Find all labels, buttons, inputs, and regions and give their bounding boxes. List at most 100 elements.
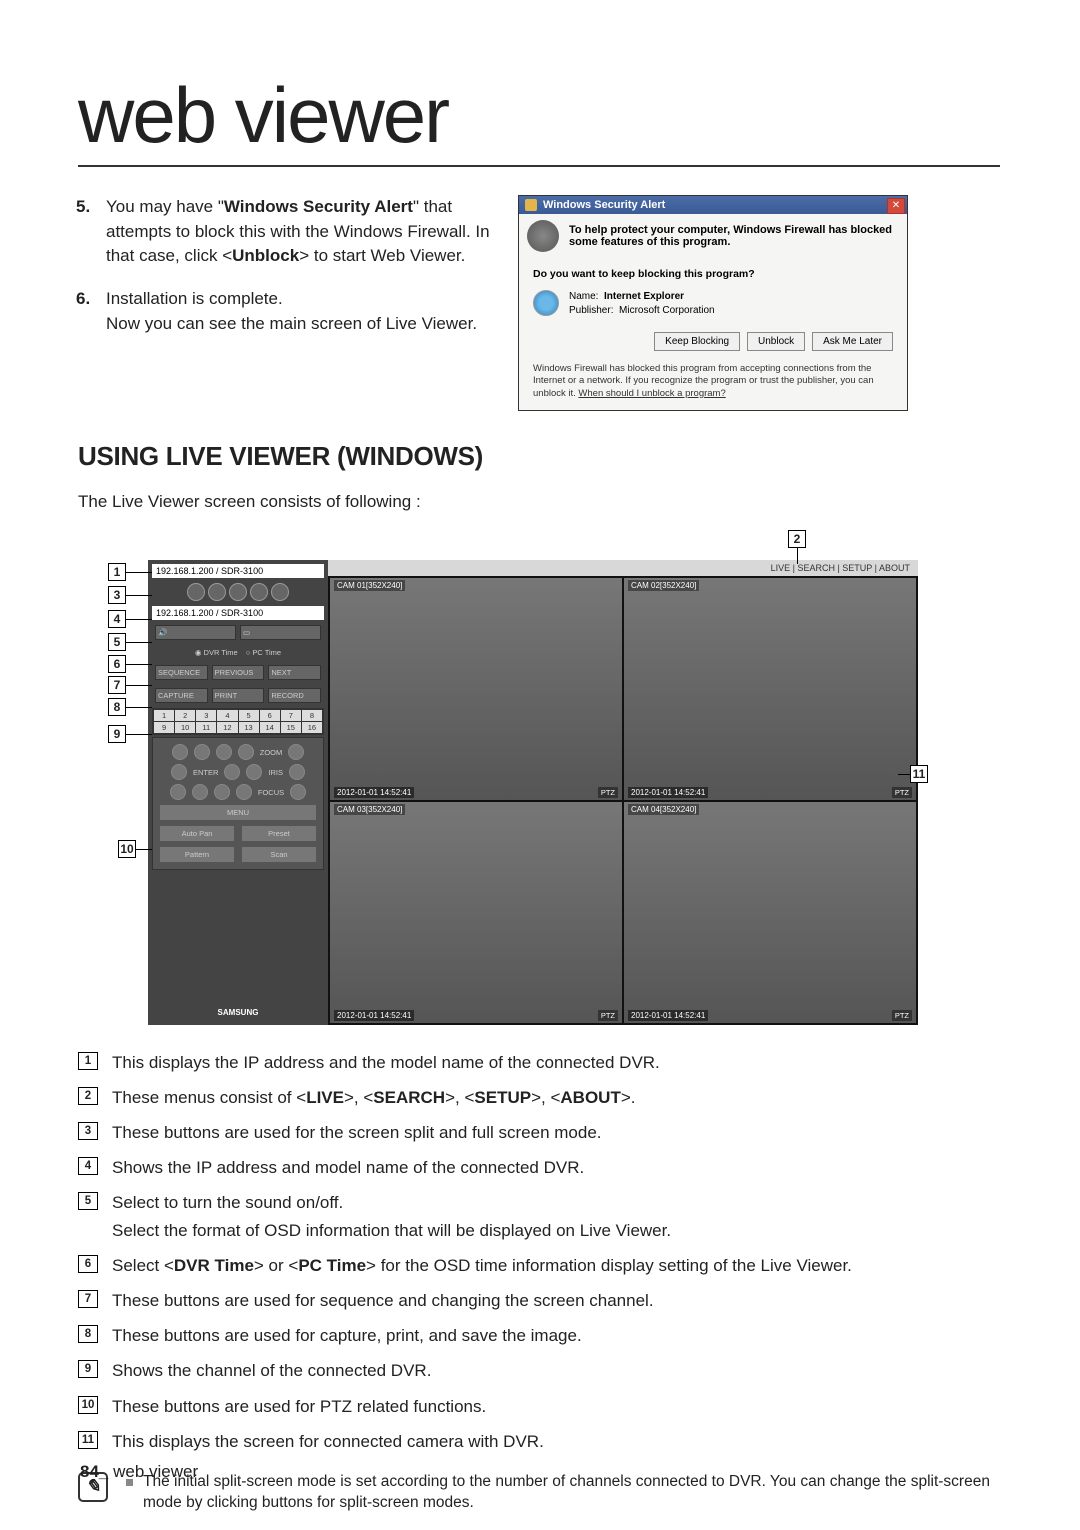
- ptz-left[interactable]: [171, 764, 187, 780]
- full-screen-button[interactable]: [271, 583, 289, 601]
- callout-5: 5: [108, 633, 126, 651]
- ptz-up[interactable]: [194, 744, 210, 760]
- desc-3: 3These buttons are used for the screen s…: [112, 1119, 1000, 1147]
- ptz-up-left[interactable]: [172, 744, 188, 760]
- zoom-out[interactable]: [288, 744, 304, 760]
- scan-button[interactable]: Scan: [241, 846, 317, 863]
- sound-osd-row: 🔊 ▭: [152, 622, 324, 643]
- ch-12[interactable]: 12: [217, 722, 237, 733]
- dialog-footer: Windows Firewall has blocked this progra…: [533, 363, 893, 400]
- shield-icon: [525, 199, 537, 211]
- zoom-in[interactable]: [238, 744, 254, 760]
- desc-2: 2 These menus consist of <LIVE>, <SEARCH…: [112, 1084, 1000, 1112]
- sound-toggle[interactable]: 🔊: [155, 625, 236, 640]
- live-viewer-diagram: 192.168.1.200 / SDR-3100 192.168.1.200 /…: [108, 530, 928, 1025]
- when-unblock-link[interactable]: When should I unblock a program?: [578, 388, 725, 399]
- time-radio-row: ◉ DVR Time ○ PC Time: [152, 645, 324, 660]
- ch-5[interactable]: 5: [239, 710, 259, 721]
- keep-blocking-button[interactable]: Keep Blocking: [654, 332, 740, 351]
- live-viewer-window: 192.168.1.200 / SDR-3100 192.168.1.200 /…: [148, 560, 918, 1025]
- note-text: The initial split-screen mode is set acc…: [143, 1472, 1000, 1514]
- intro-text: The Live Viewer screen consists of follo…: [78, 492, 1000, 512]
- ptz-down-left[interactable]: [170, 784, 186, 800]
- ptz-up-right[interactable]: [216, 744, 232, 760]
- ptz-right[interactable]: [224, 764, 240, 780]
- focus-far[interactable]: [290, 784, 306, 800]
- ptz-panel: ZOOM ENTER IRIS: [152, 737, 324, 870]
- dialog-titlebar: Windows Security Alert: [519, 196, 907, 214]
- osd-toggle[interactable]: ▭: [240, 625, 321, 640]
- step-5-num: 5.: [76, 195, 90, 220]
- ch-4[interactable]: 4: [217, 710, 237, 721]
- split-1-button[interactable]: [187, 583, 205, 601]
- ch-6[interactable]: 6: [260, 710, 280, 721]
- steps-column: 5. You may have "Windows Security Alert"…: [78, 195, 498, 411]
- split-9-button[interactable]: [229, 583, 247, 601]
- print-button[interactable]: PRINT: [212, 688, 265, 703]
- ch-15[interactable]: 15: [281, 722, 301, 733]
- ch-10[interactable]: 10: [175, 722, 195, 733]
- ch-9[interactable]: 9: [154, 722, 174, 733]
- desc-1: 1This displays the IP address and the mo…: [112, 1049, 1000, 1077]
- ch-3[interactable]: 3: [196, 710, 216, 721]
- ch-13[interactable]: 13: [239, 722, 259, 733]
- auto-pan-button[interactable]: Auto Pan: [159, 825, 235, 842]
- callout-8: 8: [108, 698, 126, 716]
- step-5: 5. You may have "Windows Security Alert"…: [106, 195, 498, 269]
- split-4-button[interactable]: [208, 583, 226, 601]
- capture-button[interactable]: CAPTURE: [155, 688, 208, 703]
- shield-large-icon: [527, 220, 559, 252]
- cam-1[interactable]: CAM 01[352X240] 2012-01-01 14:52:41 PTZ: [330, 578, 622, 800]
- cam-2[interactable]: CAM 02[352X240] 2012-01-01 14:52:41 PTZ: [624, 578, 916, 800]
- ptz-menu-button[interactable]: MENU: [159, 804, 317, 821]
- channel-grid: 1 2 3 4 5 6 7 8 9 10 11 12 13 14: [152, 708, 324, 735]
- ch-2[interactable]: 2: [175, 710, 195, 721]
- desc-8: 8These buttons are used for capture, pri…: [112, 1322, 1000, 1350]
- windows-security-alert-dialog: Windows Security Alert ✕ To help protect…: [518, 195, 908, 411]
- desc-10: 10These buttons are used for PTZ related…: [112, 1393, 1000, 1421]
- main-menu-bar[interactable]: LIVE | SEARCH | SETUP | ABOUT: [328, 560, 918, 576]
- desc-4: 4Shows the IP address and model name of …: [112, 1154, 1000, 1182]
- ip-bar-2: 192.168.1.200 / SDR-3100: [152, 606, 324, 620]
- cam-3[interactable]: CAM 03[352X240] 2012-01-01 14:52:41 PTZ: [330, 802, 622, 1024]
- preset-button[interactable]: Preset: [241, 825, 317, 842]
- close-icon[interactable]: ✕: [887, 198, 905, 214]
- callout-10: 10: [118, 840, 136, 858]
- ask-me-later-button[interactable]: Ask Me Later: [812, 332, 893, 351]
- ch-11[interactable]: 11: [196, 722, 216, 733]
- ch-14[interactable]: 14: [260, 722, 280, 733]
- page-footer: 84_ web viewer: [80, 1462, 198, 1482]
- cam-4[interactable]: CAM 04[352X240] 2012-01-01 14:52:41 PTZ: [624, 802, 916, 1024]
- description-list: 1This displays the IP address and the mo…: [84, 1049, 1000, 1456]
- dvr-time-radio[interactable]: ◉ DVR Time: [195, 648, 238, 657]
- ptz-down[interactable]: [192, 784, 208, 800]
- split-buttons: [152, 580, 324, 604]
- callout-9: 9: [108, 725, 126, 743]
- dialog-banner: To help protect your computer, Windows F…: [519, 214, 907, 258]
- pattern-button[interactable]: Pattern: [159, 846, 235, 863]
- callout-11: 11: [910, 765, 928, 783]
- chapter-title: web viewer: [78, 70, 1000, 167]
- pc-time-radio[interactable]: ○ PC Time: [246, 648, 281, 657]
- next-button[interactable]: NEXT: [268, 665, 321, 680]
- camera-grid: CAM 01[352X240] 2012-01-01 14:52:41 PTZ …: [328, 576, 918, 1025]
- ptz-down-right[interactable]: [214, 784, 230, 800]
- brand-label: SAMSUNG: [152, 1004, 324, 1021]
- ch-1[interactable]: 1: [154, 710, 174, 721]
- previous-button[interactable]: PREVIOUS: [212, 665, 265, 680]
- record-button[interactable]: RECORD: [268, 688, 321, 703]
- focus-near[interactable]: [236, 784, 252, 800]
- ptz-enter[interactable]: ENTER: [193, 768, 218, 777]
- ch-8[interactable]: 8: [302, 710, 322, 721]
- ch-7[interactable]: 7: [281, 710, 301, 721]
- desc-9: 9Shows the channel of the connected DVR.: [112, 1357, 1000, 1385]
- ch-16[interactable]: 16: [302, 722, 322, 733]
- desc-7: 7These buttons are used for sequence and…: [112, 1287, 1000, 1315]
- iris-close[interactable]: [289, 764, 305, 780]
- ie-icon: [533, 290, 559, 316]
- sequence-button[interactable]: SEQUENCE: [155, 665, 208, 680]
- unblock-button[interactable]: Unblock: [747, 332, 805, 351]
- iris-open[interactable]: [246, 764, 262, 780]
- split-16-button[interactable]: [250, 583, 268, 601]
- desc-6: 6 Select <DVR Time> or <PC Time> for the…: [112, 1252, 1000, 1280]
